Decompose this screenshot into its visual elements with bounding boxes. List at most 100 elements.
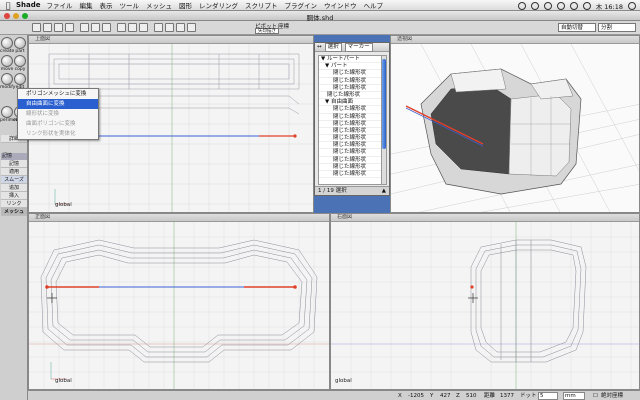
tree-row[interactable]: 閉じた線形状	[319, 70, 381, 78]
side-view-canvas[interactable]	[331, 222, 640, 390]
z-coord-label: Z	[456, 393, 460, 399]
top-viewport-title: 上面図	[29, 36, 313, 44]
pivot-mode-select[interactable]: 矢印描き	[255, 28, 279, 34]
toolbar-light-icon[interactable]	[139, 23, 148, 32]
bluetooth-icon[interactable]	[543, 1, 552, 10]
palette-add-button[interactable]: 追加	[1, 184, 27, 192]
tree-row[interactable]: 閉じた線形状	[319, 121, 381, 128]
browser-panel: ↔ 選択 マーカー ▼ ルートパート ▼ パート 閉じた線形状 閉じた線形状 閉…	[314, 42, 390, 196]
distance-value: 1377	[500, 393, 514, 399]
palette-apply-button[interactable]: 適用	[1, 168, 27, 176]
toolbar-script-icon[interactable]	[176, 23, 185, 32]
browser-tree[interactable]: ▼ ルートパート ▼ パート 閉じた線形状 閉じた線形状 閉じた線形状 閉じた線…	[318, 55, 382, 185]
apple-menu-icon[interactable]: 	[0, 1, 16, 10]
palette-memory-button[interactable]: 記憶	[1, 160, 27, 168]
menu-item-convert-polygon-mesh[interactable]: ポリゴンメッシュに変換	[18, 89, 98, 99]
split-select[interactable]: 分割	[598, 23, 636, 32]
toolbar: ピボット 座標 矢印描き 自動切替 分割	[0, 21, 640, 35]
browser-scrollbar[interactable]	[381, 55, 387, 185]
move-tool-label: move	[0, 67, 14, 72]
browser-selection-count: 1 / 19 選択	[318, 188, 347, 194]
side-viewport[interactable]: 右面図 global	[330, 213, 640, 390]
menu-rendering[interactable]: レンダリング	[199, 0, 238, 10]
toolbar-camera-icon[interactable]	[128, 23, 137, 32]
browser-collapse-icon[interactable]: ▲	[382, 187, 386, 196]
copy-tool-label: copy	[14, 67, 26, 72]
battery-icon[interactable]	[582, 1, 591, 10]
time-machine-icon[interactable]	[530, 1, 539, 10]
toolbar-browser-icon[interactable]	[165, 23, 174, 32]
toolbar-select-icon[interactable]	[32, 23, 41, 32]
part-tool-label: part	[15, 49, 25, 54]
toolbar-material-icon[interactable]	[154, 23, 163, 32]
perimeter-tool-icon[interactable]	[1, 106, 13, 118]
x-coord-value: -1205	[408, 393, 424, 399]
toolbar-render-icon[interactable]	[117, 23, 126, 32]
front-viewport-title: 正面図	[29, 214, 329, 222]
sync-icon[interactable]	[517, 1, 526, 10]
tree-row[interactable]: 閉じた線形状	[319, 78, 381, 85]
menu-edit[interactable]: 編集	[80, 0, 93, 10]
menu-mesh[interactable]: メッシュ	[146, 0, 172, 10]
tree-row[interactable]: 閉じた線形状	[319, 85, 381, 92]
menu-item-convert-line-shape: 線形状に変換	[26, 111, 60, 117]
menu-window[interactable]: ウインドウ	[324, 0, 357, 10]
browser-scroll-thumb[interactable]	[382, 59, 386, 149]
wifi-icon[interactable]	[556, 1, 565, 10]
palette-mesh-tab[interactable]: メッシュ	[1, 208, 27, 216]
menu-plugin[interactable]: プラグイン	[285, 0, 318, 10]
move-tool-icon[interactable]	[1, 55, 13, 67]
browser-marker-dropdown[interactable]: マーカー	[344, 42, 373, 52]
create-tool-label: create	[0, 49, 15, 54]
toolbar-snap-icon[interactable]	[102, 23, 111, 32]
dot-value-field[interactable]: 5	[538, 392, 558, 400]
perimeter-tool-label: perimeter	[0, 118, 23, 123]
menu-clock[interactable]: 木 16:18	[596, 1, 623, 11]
tree-row[interactable]: 閉じた線形状	[319, 149, 381, 157]
copy-tool-icon[interactable]	[14, 55, 26, 67]
create-tool-icon[interactable]	[1, 37, 13, 49]
coord-mode-checkbox[interactable]: ☐	[593, 392, 598, 400]
menu-tool[interactable]: ツール	[120, 0, 140, 10]
tree-row[interactable]: 閉じた線形状	[319, 106, 381, 114]
toolbar-pan-icon[interactable]	[54, 23, 63, 32]
unit-select[interactable]: mm	[563, 392, 585, 400]
menu-file[interactable]: ファイル	[47, 0, 73, 10]
spotlight-icon[interactable]	[628, 1, 636, 10]
palette-insert-button[interactable]: 挿入	[1, 192, 27, 200]
tree-row[interactable]: 閉じた線形状	[319, 157, 381, 164]
window-title-bar[interactable]: 胴体.shd	[0, 11, 640, 22]
modify-tool-icon[interactable]	[1, 73, 13, 85]
edit-tool-icon[interactable]	[14, 73, 26, 85]
volume-icon[interactable]	[569, 1, 578, 10]
tree-row[interactable]: 閉じた線形状	[319, 128, 381, 136]
menu-shape[interactable]: 図形	[179, 0, 192, 10]
menu-item-convert-free-surface[interactable]: 自由曲面に変換	[18, 99, 98, 109]
palette-section-header: 記憶	[1, 153, 27, 160]
perspective-canvas[interactable]	[391, 44, 640, 213]
toolbar-view-icon[interactable]	[80, 23, 89, 32]
tree-row[interactable]: 閉じた線形状	[319, 164, 381, 171]
front-viewport[interactable]: 正面図 global	[28, 213, 330, 390]
palette-smooth-button[interactable]: スムーズ	[1, 176, 27, 184]
menu-script[interactable]: スクリプト	[245, 0, 278, 10]
toolbar-grid-icon[interactable]	[91, 23, 100, 32]
front-view-canvas[interactable]	[29, 222, 330, 390]
browser-expand-icon[interactable]: ↔	[317, 44, 322, 50]
toolbar-settings-icon[interactable]	[187, 23, 196, 32]
perspective-viewport[interactable]: 透視図	[390, 35, 640, 213]
distance-label: 距離	[484, 393, 496, 399]
toolbar-zoom-icon[interactable]	[43, 23, 52, 32]
menu-app-name[interactable]: Shade	[16, 1, 41, 9]
toolbar-rotate-icon[interactable]	[65, 23, 74, 32]
side-global-label: global	[335, 378, 352, 384]
tree-row[interactable]: 閉じた線形状	[319, 171, 381, 179]
auto-switch-select[interactable]: 自動切替	[558, 23, 596, 32]
menu-view[interactable]: 表示	[100, 0, 113, 10]
browser-select-dropdown[interactable]: 選択	[324, 42, 342, 52]
perspective-viewport-title: 透視図	[391, 36, 639, 44]
part-tool-icon[interactable]	[14, 37, 26, 49]
palette-link-button[interactable]: リンク	[1, 200, 27, 208]
tree-row[interactable]: 閉じた線形状	[319, 114, 381, 121]
menu-help[interactable]: ヘルプ	[364, 0, 384, 10]
